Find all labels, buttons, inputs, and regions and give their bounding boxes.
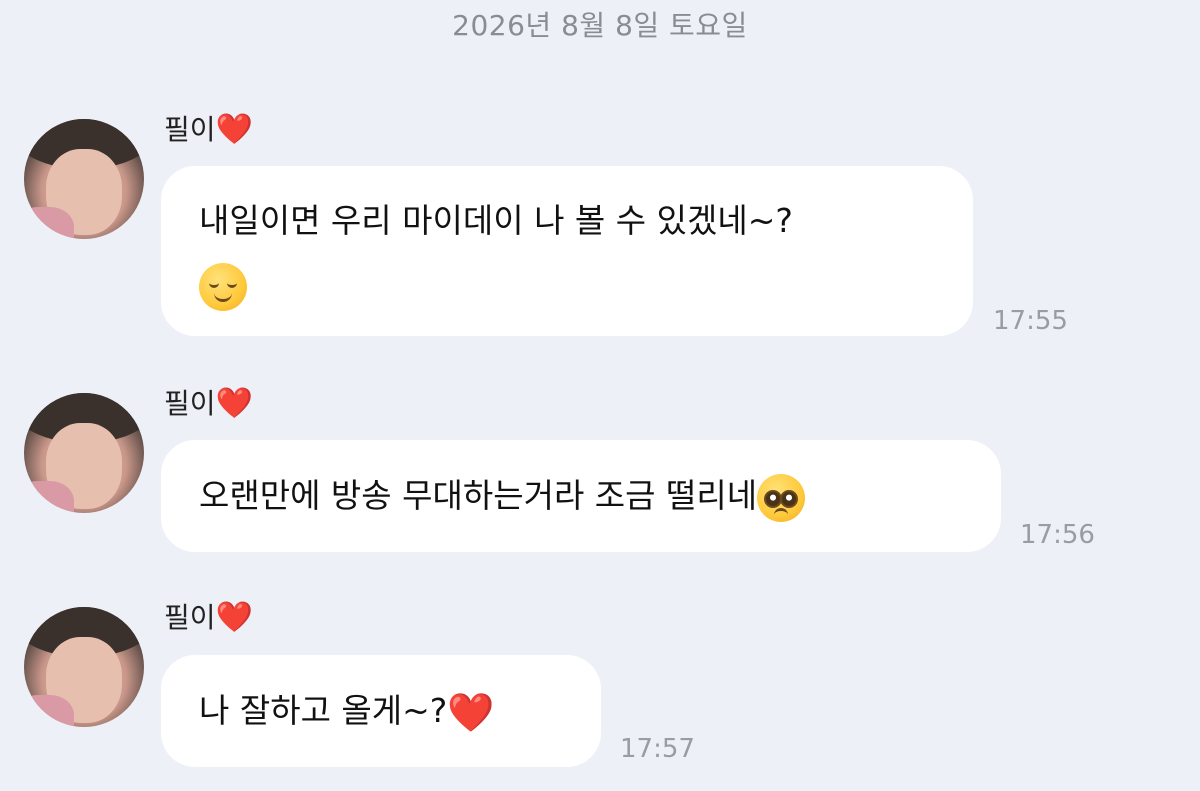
sender-name: 필이❤️	[164, 108, 253, 148]
sender-name: 필이❤️	[164, 596, 253, 636]
avatar[interactable]	[24, 393, 144, 513]
sender-name: 필이❤️	[164, 382, 253, 422]
message-timestamp: 17:55	[993, 306, 1068, 336]
avatar[interactable]	[24, 119, 144, 239]
message-bubble[interactable]: 오랜만에 방송 무대하는거라 조금 떨리네	[161, 440, 1001, 552]
message-text: 오랜만에 방송 무대하는거라 조금 떨리네	[199, 476, 758, 515]
heart-icon: ❤️	[215, 600, 253, 635]
message-timestamp: 17:57	[620, 734, 695, 764]
sender-name-text: 필이	[164, 113, 216, 146]
pleading-face-icon	[757, 473, 806, 522]
relieved-face-icon	[199, 262, 247, 311]
sender-name-text: 필이	[164, 387, 216, 420]
heart-icon: ❤️	[215, 386, 253, 421]
avatar[interactable]	[24, 607, 144, 727]
message-bubble[interactable]: 내일이면 우리 마이데이 나 볼 수 있겠네~?	[161, 166, 973, 336]
sender-name-text: 필이	[164, 601, 216, 634]
message-text: 나 잘하고 올게~?	[199, 691, 448, 730]
date-separator: 2026년 8월 8일 토요일	[452, 9, 748, 42]
message-bubble[interactable]: 나 잘하고 올게~?❤️	[161, 655, 601, 767]
heart-icon: ❤️	[215, 112, 253, 147]
heart-icon: ❤️	[447, 690, 495, 735]
message-timestamp: 17:56	[1020, 520, 1095, 550]
message-text: 내일이면 우리 마이데이 나 볼 수 있겠네~?	[199, 201, 793, 240]
